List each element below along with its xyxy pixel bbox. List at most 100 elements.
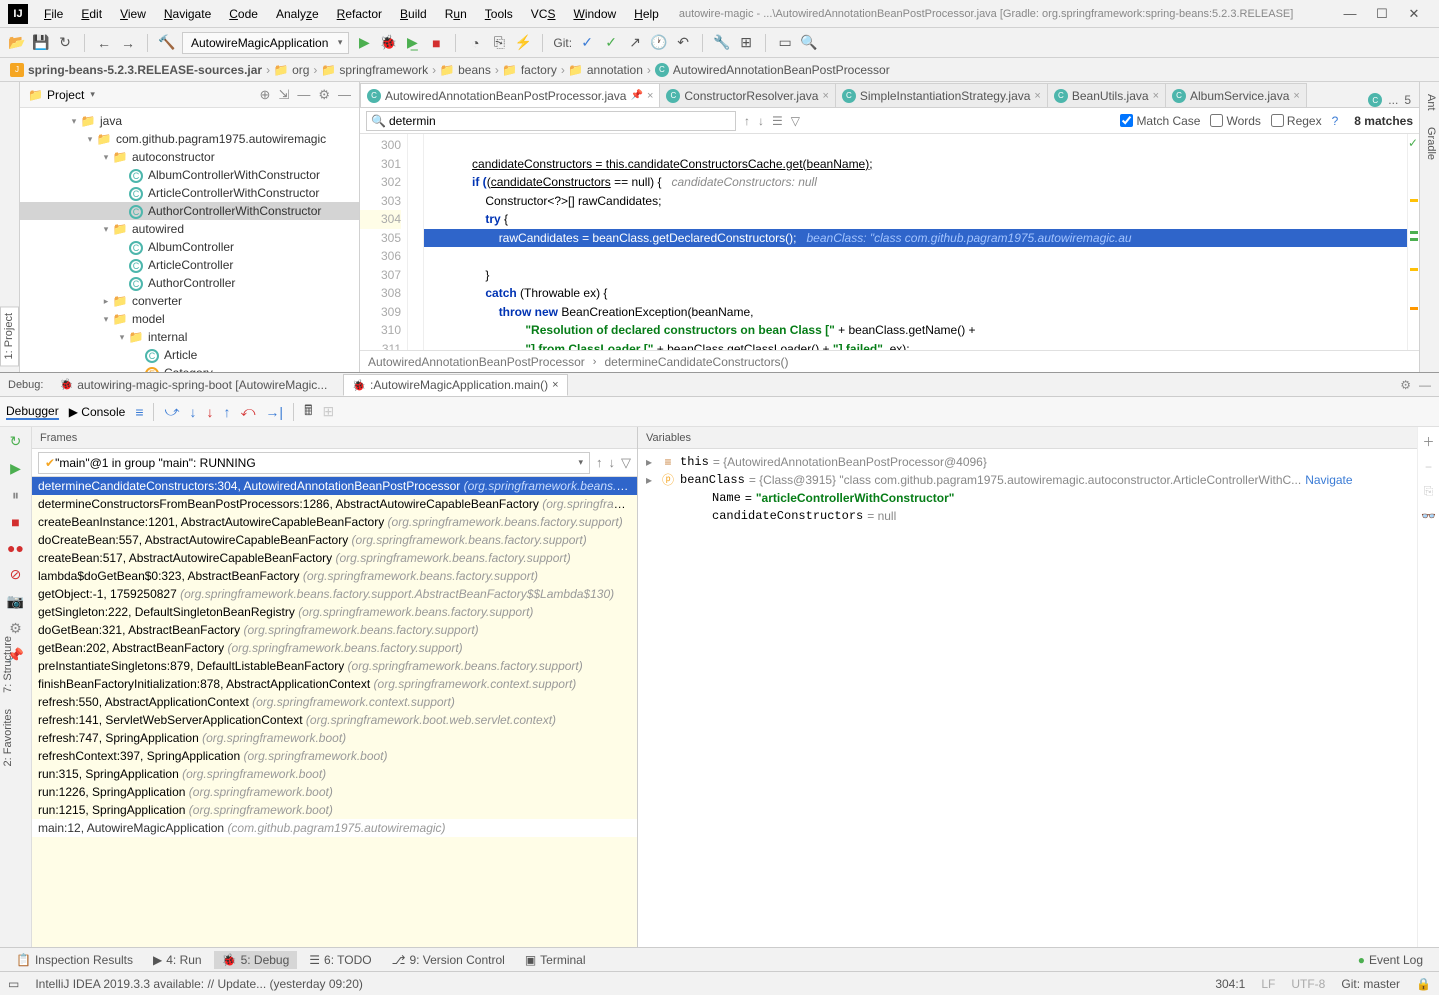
build-icon[interactable]: 🔨 <box>158 34 176 52</box>
tree-item[interactable]: CArticleControllerWithConstructor <box>20 184 359 202</box>
caret-position[interactable]: 304:1 <box>1215 977 1245 991</box>
find-input[interactable] <box>389 112 715 130</box>
stack-frame[interactable]: run:1215, SpringApplication (org.springf… <box>32 801 637 819</box>
structure-icon[interactable]: ⊞ <box>737 34 755 52</box>
tw-vc[interactable]: ⎇ 9: Version Control <box>384 951 513 969</box>
menu-file[interactable]: File <box>36 3 71 25</box>
match-case-checkbox[interactable]: Match Case <box>1120 114 1200 128</box>
variable-row[interactable]: Name = "articleControllerWithConstructor… <box>646 489 1409 507</box>
menu-refactor[interactable]: Refactor <box>329 3 390 25</box>
stack-frame[interactable]: createBeanInstance:1201, AbstractAutowir… <box>32 513 637 531</box>
mute-breakpoints-icon[interactable]: ⊘ <box>10 566 22 583</box>
menu-window[interactable]: Window <box>565 3 624 25</box>
lock-icon[interactable]: 🔒 <box>1416 977 1431 991</box>
crumb-factory[interactable]: factory <box>521 63 557 77</box>
glasses-icon[interactable]: 👓 <box>1421 509 1436 523</box>
tw-terminal[interactable]: ▣ Terminal <box>517 951 594 969</box>
drop-frame-icon[interactable]: ⤺ <box>240 403 255 420</box>
step-into-icon[interactable]: ↓ <box>189 404 196 420</box>
crumb-sf[interactable]: springframework <box>339 63 428 77</box>
menu-edit[interactable]: Edit <box>73 3 110 25</box>
threads-icon[interactable]: ≡ <box>135 404 143 420</box>
evaluate-icon[interactable]: 🖩 <box>304 400 312 424</box>
tree-item[interactable]: CAuthorControllerWithConstructor <box>20 202 359 220</box>
editor-tab[interactable]: CBeanUtils.java× <box>1047 83 1166 107</box>
thread-combo[interactable]: ✔ "main"@1 in group "main": RUNNING <box>38 452 590 474</box>
get-thread-dump-icon[interactable]: 📷 <box>7 593 24 610</box>
funnel-icon[interactable]: ▽ <box>791 114 800 128</box>
view-breakpoints-icon[interactable]: ●● <box>7 540 24 556</box>
tree-item[interactable]: ▾📁autowired <box>20 220 359 238</box>
menu-tools[interactable]: Tools <box>477 3 521 25</box>
tree-item[interactable]: ▾📁com.github.pagram1975.autowiremagic <box>20 130 359 148</box>
tree-item[interactable]: CAlbumControllerWithConstructor <box>20 166 359 184</box>
window-indicator-icon[interactable]: ▭ <box>8 977 19 991</box>
remove-watch-icon[interactable]: − <box>1425 460 1432 474</box>
search-everywhere-icon[interactable]: 🔍 <box>800 34 818 52</box>
save-icon[interactable]: 💾 <box>32 34 50 52</box>
prev-frame-icon[interactable]: ↑ <box>596 455 603 470</box>
run-to-cursor-icon[interactable]: →| <box>265 404 283 420</box>
trace-icon[interactable]: ⊞ <box>322 403 334 420</box>
expand-icon[interactable]: ⇲ <box>278 87 289 103</box>
fold-gutter[interactable] <box>408 134 424 350</box>
crumb-beans[interactable]: beans <box>458 63 491 77</box>
line-ending[interactable]: LF <box>1261 977 1275 991</box>
git-branch[interactable]: Git: master <box>1341 977 1400 991</box>
menu-build[interactable]: Build <box>392 3 435 25</box>
git-push-icon[interactable]: ↗ <box>626 34 644 52</box>
menu-view[interactable]: View <box>112 3 154 25</box>
step-over-icon[interactable]: ⤻ <box>164 403 179 420</box>
stack-frame[interactable]: getObject:-1, 1759250827 (org.springfram… <box>32 585 637 603</box>
new-watch-icon[interactable]: ＋ <box>1422 433 1434 450</box>
variable-row[interactable]: ▸≡this = {AutowiredAnnotationBeanPostPro… <box>646 453 1409 471</box>
hide-icon[interactable]: — <box>338 87 351 102</box>
tree-item[interactable]: CAlbumController <box>20 238 359 256</box>
project-tool-tab[interactable]: 1: Project <box>0 306 19 366</box>
copy-icon[interactable]: ⎘ <box>1424 484 1434 499</box>
sync-icon[interactable]: ↻ <box>56 34 74 52</box>
git-revert-icon[interactable]: ↶ <box>674 34 692 52</box>
project-tree[interactable]: ▾📁java▾📁com.github.pagram1975.autowirema… <box>20 108 359 372</box>
pause-icon[interactable]: ⏸ <box>12 487 19 504</box>
debug-tab-1[interactable]: 🐞 autowiring-magic-spring-boot [Autowire… <box>51 375 335 395</box>
stack-frame[interactable]: getBean:202, AbstractBeanFactory (org.sp… <box>32 639 637 657</box>
editor-tab[interactable]: CAutowiredAnnotationBeanPostProcessor.ja… <box>360 83 660 107</box>
menu-run[interactable]: Run <box>437 3 475 25</box>
profiler-icon[interactable]: ◔ <box>466 34 484 52</box>
tree-item[interactable]: CAuthorController <box>20 274 359 292</box>
settings-icon[interactable]: ⚙ <box>318 87 330 103</box>
tree-item[interactable]: ▾📁java <box>20 112 359 130</box>
open-icon[interactable]: 📂 <box>8 34 26 52</box>
editor-tab[interactable]: CConstructorResolver.java× <box>659 83 836 107</box>
minimize-button[interactable]: — <box>1343 6 1357 22</box>
crumb-anno[interactable]: annotation <box>587 63 643 77</box>
tw-inspection[interactable]: 📋 Inspection Results <box>8 951 141 969</box>
tree-item[interactable]: ▾📁autoconstructor <box>20 148 359 166</box>
error-stripe[interactable]: ✓ <box>1407 134 1419 350</box>
tabs-overflow[interactable]: C... 5 <box>1360 93 1419 107</box>
menu-code[interactable]: Code <box>221 3 266 25</box>
debug-tab-2[interactable]: 🐞 :AutowireMagicApplication.main() × <box>343 374 567 396</box>
stack-frame[interactable]: refreshContext:397, SpringApplication (o… <box>32 747 637 765</box>
variable-row[interactable]: ▸ⓟbeanClass = {Class@3915} "class com.gi… <box>646 471 1409 489</box>
stack-frame[interactable]: refresh:747, SpringApplication (org.spri… <box>32 729 637 747</box>
console-subtab[interactable]: ▶ Console <box>69 405 126 419</box>
encoding[interactable]: UTF-8 <box>1291 977 1325 991</box>
stack-frame[interactable]: refresh:141, ServletWebServerApplication… <box>32 711 637 729</box>
rerun-icon[interactable]: ↻ <box>10 433 22 450</box>
stack-frame[interactable]: preInstantiateSingletons:879, DefaultLis… <box>32 657 637 675</box>
status-message[interactable]: IntelliJ IDEA 2019.3.3 available: // Upd… <box>35 977 363 991</box>
regex-checkbox[interactable]: Regex <box>1271 114 1322 128</box>
regex-help[interactable]: ? <box>1332 114 1339 128</box>
debugger-subtab[interactable]: Debugger <box>6 404 59 420</box>
menu-help[interactable]: Help <box>626 3 667 25</box>
resume-icon[interactable]: ▶ <box>10 460 21 477</box>
stack-frame[interactable]: lambda$doGetBean$0:323, AbstractBeanFact… <box>32 567 637 585</box>
breadcrumb-class[interactable]: AutowiredAnnotationBeanPostProcessor <box>368 355 585 369</box>
debug-hide-icon[interactable]: — <box>1419 378 1431 392</box>
tree-item[interactable]: ECategory <box>20 364 359 372</box>
crumb-class[interactable]: AutowiredAnnotationBeanPostProcessor <box>673 63 890 77</box>
stack-frame[interactable]: main:12, AutowireMagicApplication (com.g… <box>32 819 637 837</box>
frames-list[interactable]: determineCandidateConstructors:304, Auto… <box>32 477 637 947</box>
